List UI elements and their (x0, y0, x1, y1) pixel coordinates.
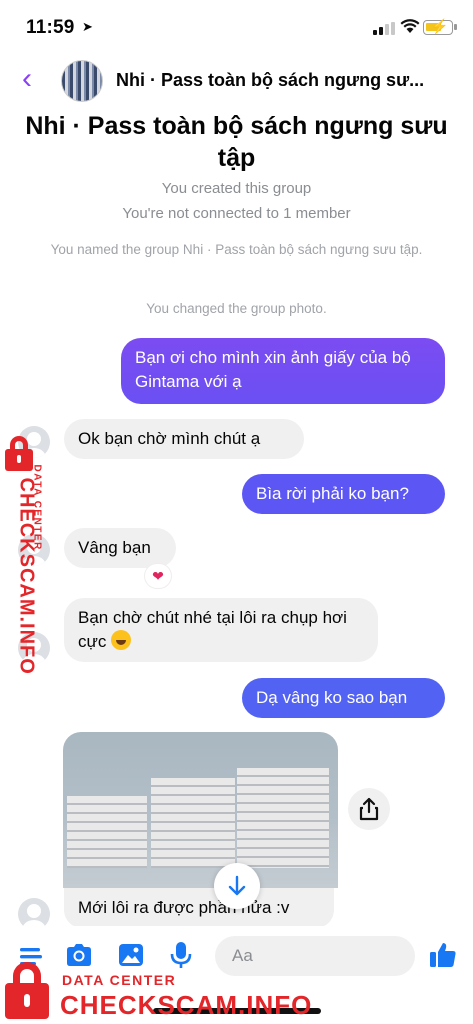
message-outgoing[interactable]: Bạn ơi cho mình xin ảnh giấy của bộ Gint… (121, 338, 445, 404)
connection-note: You're not connected to 1 member (122, 205, 351, 222)
group-avatar[interactable] (61, 60, 103, 102)
message-incoming[interactable]: Vâng bạn (64, 528, 176, 568)
watermark-data-center: DATA CENTER (62, 972, 177, 988)
message-incoming[interactable]: Mới lôi ra được phần nửa :v (64, 888, 334, 928)
watermark-side: DATA CENTER CHECKSCAM.INFO (2, 436, 43, 675)
watermark-bottom: DATA CENTER CHECKSCAM.INFO (0, 958, 311, 1022)
conversation-header: ‹ Nhi · Pass toàn bộ sách ngưng sư... (0, 54, 473, 106)
lock-icon (4, 962, 50, 1020)
thumbs-up-icon[interactable] (428, 940, 458, 970)
message-outgoing[interactable]: Bìa rời phải ko bạn? (242, 474, 445, 514)
share-icon (359, 797, 379, 821)
share-button[interactable] (348, 788, 390, 830)
book-stack (67, 796, 147, 868)
wifi-icon (400, 19, 420, 33)
watermark-checkscam: CHECKSCAM.INFO (60, 990, 313, 1020)
lock-icon (4, 436, 34, 472)
battery-icon: ⚡ (423, 18, 457, 35)
back-chevron-icon[interactable]: ‹ (22, 64, 32, 94)
scroll-to-bottom-button[interactable] (214, 863, 260, 909)
header-title[interactable]: Nhi · Pass toàn bộ sách ngưng sư... (116, 70, 461, 91)
status-time: 11:59 (26, 17, 75, 38)
message-incoming[interactable]: Ok bạn chờ mình chút ạ (64, 419, 304, 459)
status-bar: 11:59 ➤ ⚡ (0, 0, 473, 52)
group-title: Nhi · Pass toàn bộ sách ngưng sưu tập (25, 112, 448, 172)
heart-reaction-icon[interactable]: ❤ (145, 564, 171, 588)
photo-attachment[interactable] (63, 732, 338, 888)
created-note: You created this group (161, 180, 312, 197)
arrow-down-icon (228, 875, 246, 896)
message-incoming[interactable]: Bạn chờ chút nhé tại lôi ra chụp hơi cực (64, 598, 378, 662)
laughing-emoji-icon (111, 630, 132, 650)
book-stack (237, 768, 329, 868)
message-outgoing[interactable]: Dạ vâng ko sao bạn (242, 678, 445, 718)
watermark-checkscam: CHECKSCAM.INFO (15, 477, 38, 675)
location-icon: ➤ (82, 19, 93, 34)
system-message-photo: You changed the group photo. (146, 301, 327, 316)
book-stack (151, 778, 235, 868)
system-message-named: You named the group Nhi · Pass toàn bộ s… (50, 242, 423, 257)
signal-icon (373, 22, 395, 35)
